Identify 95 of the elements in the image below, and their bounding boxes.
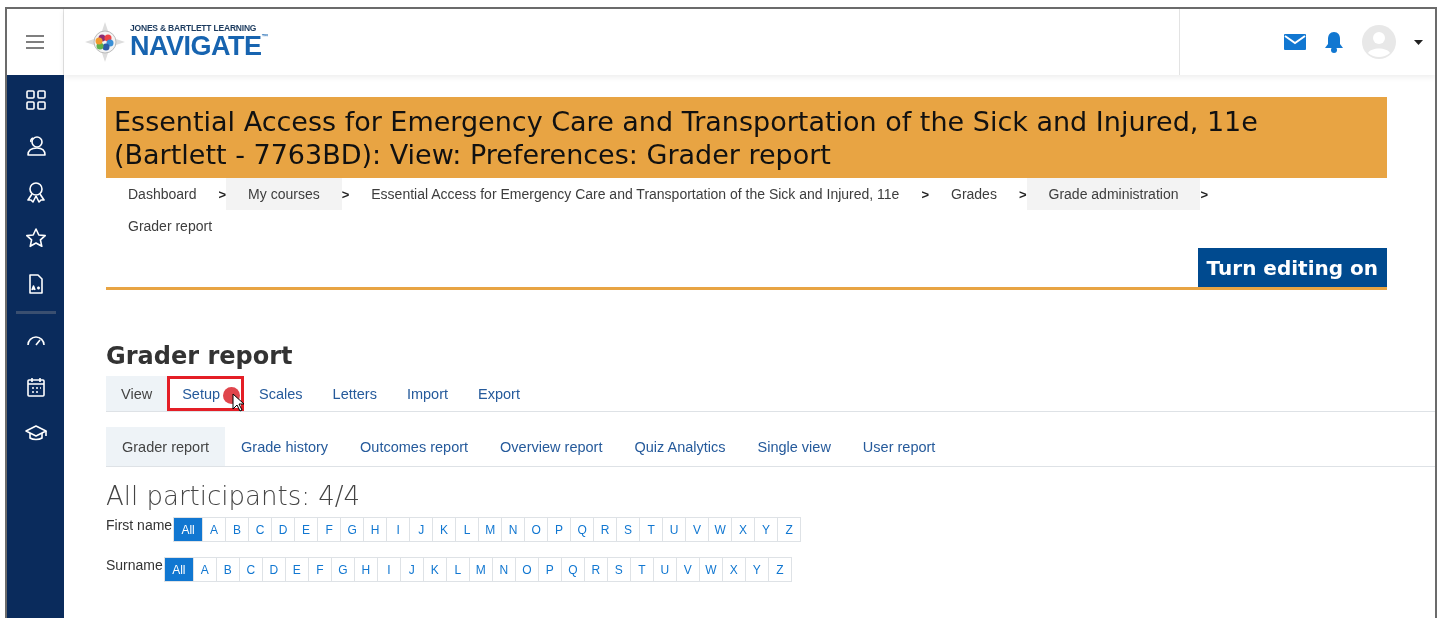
- breadcrumb-link[interactable]: My courses: [226, 178, 342, 210]
- initial-filter-button[interactable]: D: [271, 517, 296, 542]
- award-icon[interactable]: [24, 181, 47, 203]
- report-tab[interactable]: Grade history: [225, 427, 345, 466]
- cursor-icon: [232, 393, 246, 412]
- compass-logo-icon: [84, 21, 126, 63]
- initial-filter-button[interactable]: R: [593, 517, 618, 542]
- initial-filter-button[interactable]: K: [422, 557, 447, 582]
- section-heading: Grader report: [106, 342, 294, 370]
- initial-filter-button[interactable]: I: [386, 517, 411, 542]
- report-tab[interactable]: Overview report: [484, 427, 619, 466]
- users-icon[interactable]: [24, 135, 47, 157]
- initial-filter-button[interactable]: K: [432, 517, 457, 542]
- report-tab[interactable]: Single view: [741, 427, 847, 466]
- nav-tab[interactable]: Import: [391, 376, 464, 411]
- report-tab[interactable]: Grader report: [106, 427, 226, 466]
- initial-filter-button[interactable]: Q: [560, 557, 585, 582]
- breadcrumb-separator: >: [341, 186, 350, 202]
- page-title-banner: Essential Access for Emergency Care and Transportation of the Sick and Injured, 11e (Bartlett - 7763BD): View: Preferences: Grader report: [106, 97, 1387, 178]
- initial-filter-button[interactable]: J: [409, 517, 434, 542]
- initial-filter-button[interactable]: D: [261, 557, 286, 582]
- filter-label: Surname: [106, 556, 163, 573]
- breadcrumb-separator: >: [1200, 186, 1209, 202]
- initial-filter-button[interactable]: X: [731, 517, 756, 542]
- breadcrumb-separator: >: [1018, 186, 1027, 202]
- initial-filter-button[interactable]: B: [215, 557, 240, 582]
- initial-filter-button[interactable]: S: [616, 517, 641, 542]
- initial-filter-button[interactable]: Q: [570, 517, 595, 542]
- initial-filter-button[interactable]: P: [547, 517, 572, 542]
- report-tab[interactable]: User report: [846, 427, 952, 466]
- calendar-icon[interactable]: [24, 376, 47, 398]
- logo-tagline: JONES & BARTLETT LEARNING: [130, 24, 258, 33]
- initial-filter-button[interactable]: X: [721, 557, 746, 582]
- breadcrumb-link[interactable]: Grade administration: [1026, 178, 1201, 210]
- initial-filter-button[interactable]: M: [468, 557, 493, 582]
- nav-tab[interactable]: View: [106, 376, 168, 411]
- initial-filter-button[interactable]: R: [583, 557, 608, 582]
- breadcrumb-link[interactable]: Grades: [929, 178, 1019, 210]
- initial-filter-button[interactable]: U: [662, 517, 687, 542]
- initial-filter-button[interactable]: C: [238, 557, 263, 582]
- initial-filter-button[interactable]: L: [455, 517, 480, 542]
- initial-filter-button[interactable]: W: [708, 517, 733, 542]
- initial-filter-button[interactable]: O: [524, 517, 549, 542]
- mail-icon[interactable]: [1284, 34, 1306, 50]
- report-tab[interactable]: Quiz Analytics: [618, 427, 742, 466]
- initial-filter-button[interactable]: N: [491, 557, 516, 582]
- initial-filter-button[interactable]: A: [202, 517, 227, 542]
- initial-filter-button[interactable]: G: [340, 517, 365, 542]
- breadcrumb-link[interactable]: Grader report: [106, 210, 235, 242]
- initial-filter-button[interactable]: U: [652, 557, 677, 582]
- breadcrumb-link[interactable]: Dashboard: [106, 178, 219, 210]
- initial-filter-button[interactable]: S: [606, 557, 631, 582]
- breadcrumb-separator: >: [921, 186, 929, 202]
- initial-filter-button[interactable]: Z: [767, 557, 792, 582]
- initial-filter-button[interactable]: W: [698, 557, 723, 582]
- report-tab[interactable]: Outcomes report: [344, 427, 485, 466]
- bell-icon[interactable]: [1324, 31, 1344, 53]
- initial-filter-button[interactable]: F: [307, 557, 332, 582]
- initial-filter-button[interactable]: P: [537, 557, 562, 582]
- initial-filter-button[interactable]: All: [163, 557, 194, 582]
- initial-filter-button[interactable]: Y: [754, 517, 779, 542]
- initial-filter-button[interactable]: N: [501, 517, 526, 542]
- initial-filter-button[interactable]: L: [445, 557, 470, 582]
- initial-filter-button[interactable]: Y: [744, 557, 769, 582]
- initial-filter-button[interactable]: H: [363, 517, 388, 542]
- caret-icon[interactable]: [1414, 39, 1423, 45]
- initial-filter-button[interactable]: All: [173, 517, 204, 542]
- initial-filter-button[interactable]: G: [330, 557, 355, 582]
- nav-tab[interactable]: Letters: [317, 376, 392, 411]
- initial-filter-button[interactable]: B: [225, 517, 250, 542]
- breadcrumb-separator: >: [218, 186, 227, 202]
- filter-label: First name: [106, 516, 173, 533]
- initial-filter-button[interactable]: M: [478, 517, 503, 542]
- turn-editing-on-button[interactable]: Turn editing on: [1197, 248, 1387, 287]
- initial-filter-button[interactable]: O: [514, 557, 539, 582]
- participants-heading: All participants: 4/4: [106, 481, 362, 511]
- star-icon[interactable]: [24, 227, 47, 249]
- initial-filter-button[interactable]: H: [353, 557, 378, 582]
- initial-filter-button[interactable]: E: [294, 517, 319, 542]
- initial-filter-button[interactable]: V: [685, 517, 710, 542]
- initial-filter-button[interactable]: V: [675, 557, 700, 582]
- initial-filter-button[interactable]: C: [248, 517, 273, 542]
- initial-filter-button[interactable]: I: [376, 557, 401, 582]
- menu-icon[interactable]: [26, 35, 44, 49]
- initial-filter-button[interactable]: T: [629, 557, 654, 582]
- initial-filter-button[interactable]: T: [639, 517, 664, 542]
- initial-filter-button[interactable]: J: [399, 557, 424, 582]
- grid-icon[interactable]: [24, 89, 47, 111]
- initial-filter-button[interactable]: Z: [777, 517, 802, 542]
- initial-filter-button[interactable]: A: [192, 557, 217, 582]
- nav-tab[interactable]: Scales: [244, 376, 318, 411]
- initial-filter-button[interactable]: E: [284, 557, 309, 582]
- breadcrumb-link[interactable]: Essential Access for Emergency Care and Transportation of the Sick and Injured, 11e: [349, 178, 922, 210]
- nav-tab[interactable]: Export: [463, 376, 535, 411]
- initial-filter-button[interactable]: F: [317, 517, 342, 542]
